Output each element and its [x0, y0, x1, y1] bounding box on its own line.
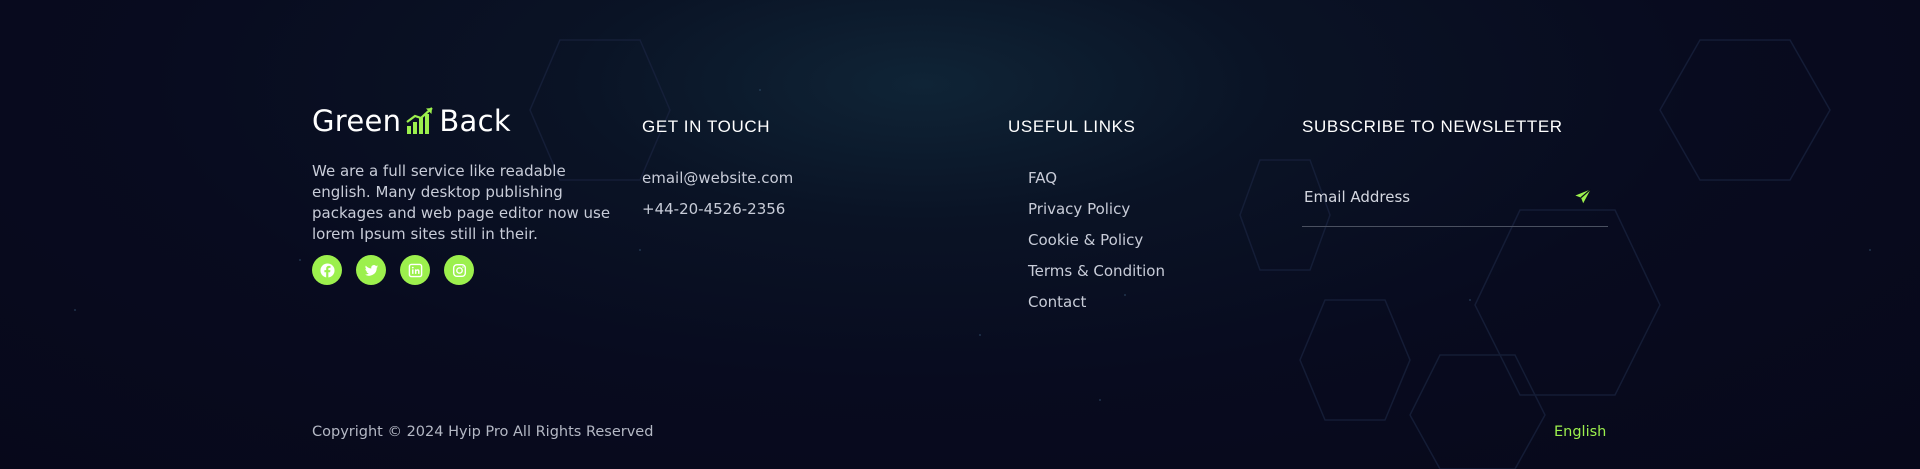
- contact-email[interactable]: email@website.com: [642, 168, 793, 199]
- newsletter-form: [1302, 180, 1608, 227]
- logo-text-right: Back: [439, 104, 511, 138]
- copyright-text: Copyright © 2024 Hyip Pro All Rights Res…: [312, 424, 654, 440]
- instagram-icon: [452, 263, 466, 277]
- linkedin-button[interactable]: [400, 255, 430, 285]
- newsletter-title: SUBSCRIBE TO NEWSLETTER: [1302, 117, 1563, 136]
- link-terms-condition[interactable]: Terms & Condition: [1028, 261, 1165, 292]
- link-faq[interactable]: FAQ: [1028, 168, 1165, 199]
- logo-text-left: Green: [312, 104, 402, 138]
- linkedin-icon: [408, 263, 422, 277]
- link-cookie-policy[interactable]: Cookie & Policy: [1028, 230, 1165, 261]
- about-text: We are a full service like readable engl…: [312, 162, 611, 243]
- facebook-button[interactable]: [312, 255, 342, 285]
- contact-title: GET IN TOUCH: [642, 117, 771, 136]
- newsletter-email-input[interactable]: [1304, 180, 1564, 214]
- language-selector[interactable]: English: [1554, 424, 1606, 440]
- twitter-icon: [364, 264, 378, 276]
- instagram-button[interactable]: [444, 255, 474, 285]
- contact-info: email@website.com +44-20-4526-2356: [642, 168, 793, 230]
- link-privacy-policy[interactable]: Privacy Policy: [1028, 199, 1165, 230]
- footer: Green Back We are a full service like re…: [0, 0, 1920, 469]
- twitter-button[interactable]: [356, 255, 386, 285]
- brand-logo[interactable]: Green Back: [312, 104, 511, 138]
- facebook-icon: [319, 262, 335, 278]
- send-icon[interactable]: [1574, 188, 1592, 206]
- social-links: [312, 255, 474, 285]
- growth-chart-icon: [406, 107, 434, 134]
- link-contact[interactable]: Contact: [1028, 292, 1165, 323]
- useful-links-list: FAQ Privacy Policy Cookie & Policy Terms…: [1028, 168, 1165, 323]
- contact-phone[interactable]: +44-20-4526-2356: [642, 199, 793, 230]
- useful-links-title: USEFUL LINKS: [1008, 117, 1136, 136]
